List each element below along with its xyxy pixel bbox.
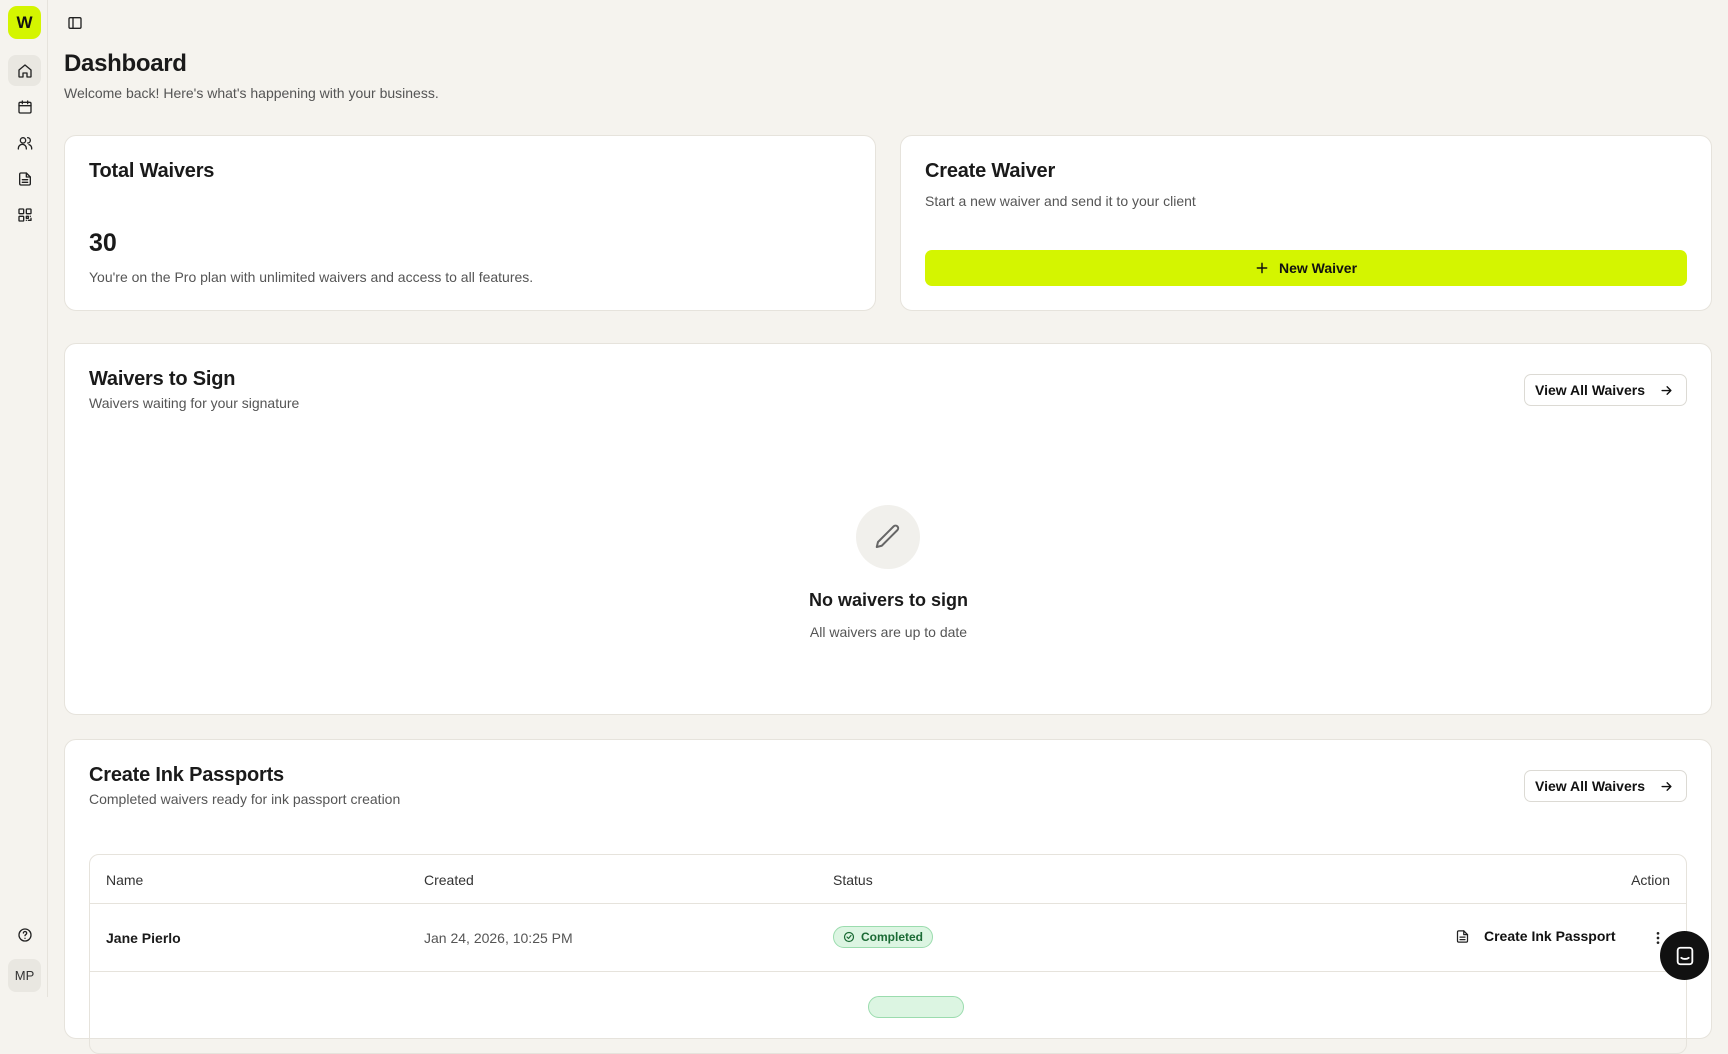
page-subtitle: Welcome back! Here's what's happening wi… — [64, 85, 439, 101]
waivers-to-sign-card: Waivers to Sign Waivers waiting for your… — [64, 343, 1712, 715]
view-all-waivers-label: View All Waivers — [1535, 778, 1645, 794]
status-badge: Completed — [833, 926, 934, 948]
file-text-icon — [1456, 929, 1469, 943]
app-logo[interactable]: W — [8, 6, 41, 39]
total-waivers-title: Total Waivers — [89, 160, 215, 182]
chat-support-button[interactable] — [1660, 931, 1709, 980]
row-name: Jane Pierlo — [106, 930, 181, 946]
sidebar-item-calendar[interactable] — [8, 91, 41, 122]
calendar-icon — [17, 99, 32, 114]
empty-state-circle — [856, 505, 920, 569]
total-waivers-card: Total Waivers 30 You're on the Pro plan … — [64, 135, 876, 311]
column-header-action: Action — [1631, 872, 1670, 888]
check-circle-icon — [843, 931, 855, 943]
create-ink-passport-button[interactable]: Create Ink Passport — [1455, 928, 1616, 944]
arrow-right-icon — [1661, 385, 1672, 395]
ink-passports-subtitle: Completed waivers ready for ink passport… — [89, 791, 401, 807]
status-badge-partial — [868, 996, 964, 1018]
users-icon — [17, 136, 32, 150]
column-header-status: Status — [833, 872, 873, 888]
document-icon — [18, 171, 31, 186]
ink-passports-card: Create Ink Passports Completed waivers r… — [64, 739, 1712, 1054]
ink-passports-title: Create Ink Passports — [89, 764, 284, 786]
view-all-waivers-label: View All Waivers — [1535, 382, 1645, 398]
view-all-waivers-button[interactable]: View All Waivers — [1524, 374, 1687, 406]
table-divider — [90, 971, 1686, 972]
create-waiver-title: Create Waiver — [925, 160, 1056, 182]
page-title: Dashboard — [64, 50, 187, 77]
sidebar-item-waivers[interactable] — [8, 163, 41, 194]
plan-note: You're on the Pro plan with unlimited wa… — [89, 269, 534, 285]
arrow-right-icon — [1661, 781, 1672, 791]
panel-left-icon — [68, 17, 82, 29]
total-waivers-count: 30 — [89, 229, 117, 257]
sidebar-item-home[interactable] — [8, 55, 41, 86]
create-waiver-subtitle: Start a new waiver and send it to your c… — [925, 193, 1196, 209]
empty-state-subtitle: All waivers are up to date — [809, 624, 968, 640]
create-ink-passport-label: Create Ink Passport — [1484, 928, 1616, 944]
new-waiver-button[interactable]: New Waiver — [925, 250, 1687, 286]
new-waiver-label: New Waiver — [1278, 260, 1358, 276]
table-divider — [90, 903, 1686, 904]
sidebar: W MP — [0, 0, 48, 997]
help-circle-icon — [17, 927, 32, 942]
qr-code-icon — [17, 207, 32, 222]
pencil-icon — [875, 524, 900, 548]
create-waiver-card: Create Waiver Start a new waiver and sen… — [900, 135, 1712, 311]
column-header-created: Created — [424, 872, 474, 888]
status-badge-label: Completed — [861, 930, 924, 944]
home-icon — [17, 63, 32, 78]
plus-icon — [1256, 262, 1268, 274]
row-created: Jan 24, 2026, 10:25 PM — [424, 930, 573, 946]
user-avatar[interactable]: MP — [8, 959, 41, 992]
column-header-name: Name — [106, 872, 144, 888]
help-button[interactable] — [8, 919, 41, 950]
waivers-to-sign-title: Waivers to Sign — [89, 368, 236, 390]
chat-icon — [1676, 946, 1693, 965]
ink-passports-table: Name Created Status Action Jane Pierlo J… — [89, 854, 1687, 1054]
sidebar-item-qr-code[interactable] — [8, 199, 41, 230]
sidebar-toggle-button[interactable] — [64, 12, 86, 34]
sidebar-item-clients[interactable] — [8, 127, 41, 158]
waivers-to-sign-subtitle: Waivers waiting for your signature — [89, 395, 300, 411]
view-all-waivers-button-2[interactable]: View All Waivers — [1524, 770, 1687, 802]
empty-state-title: No waivers to sign — [808, 590, 969, 610]
